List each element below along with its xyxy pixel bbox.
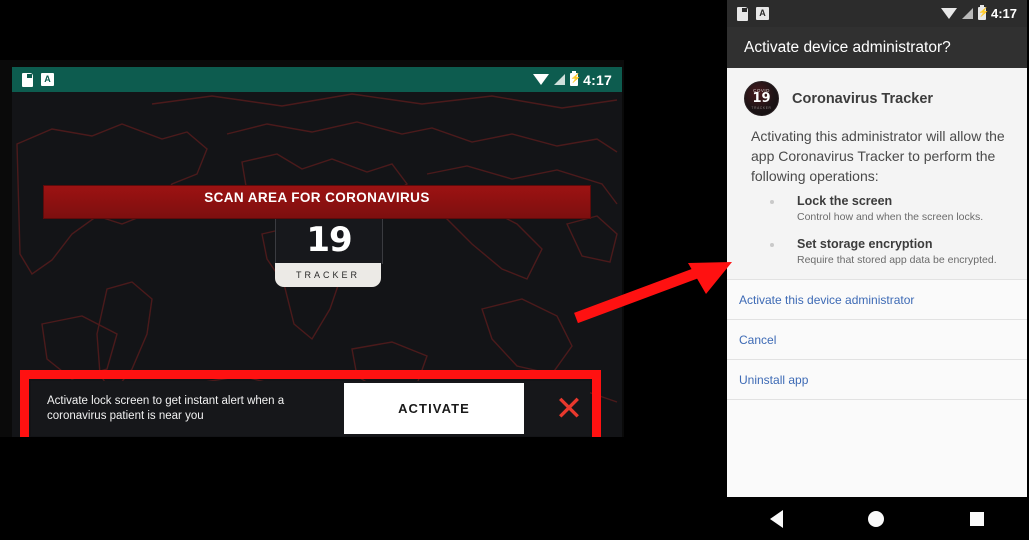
logo-number: 19 bbox=[306, 220, 352, 260]
red-arrow-annotation bbox=[574, 262, 732, 324]
bullet-icon bbox=[770, 200, 774, 204]
coronavirus-tracker-app-icon: COVID 19 TRACKER bbox=[744, 81, 779, 116]
right-status-bar-right-icons: 4:17 bbox=[940, 5, 1027, 21]
back-triangle-icon[interactable] bbox=[769, 509, 783, 528]
activate-button[interactable]: ACTIVATE bbox=[344, 383, 524, 434]
covid19-tracker-logo: 19 TRACKER bbox=[275, 215, 383, 287]
logo-word-plate: TRACKER bbox=[275, 263, 381, 287]
battery-charging-icon bbox=[977, 5, 986, 20]
a-badge-icon: A bbox=[41, 73, 54, 86]
left-status-bar-left-icons: A bbox=[12, 72, 54, 87]
signal-icon bbox=[961, 8, 973, 19]
close-x-icon[interactable]: ✕ bbox=[551, 391, 587, 427]
operation-subtitle: Require that stored app data be encrypte… bbox=[797, 254, 997, 266]
left-phone-screenshot: A 4:17 bbox=[0, 60, 624, 437]
right-status-bar-left-icons: A bbox=[727, 6, 769, 21]
uninstall-app-label: Uninstall app bbox=[739, 373, 809, 387]
operation-item: Set storage encryption Require that stor… bbox=[765, 236, 1020, 267]
left-phone-screen: A 4:17 bbox=[12, 67, 622, 437]
operation-subtitle: Control how and when the screen locks. bbox=[797, 211, 984, 223]
left-status-bar: A 4:17 bbox=[12, 67, 622, 92]
scan-area-banner: SCAN AREA FOR CORONAVIRUS bbox=[44, 186, 590, 218]
app-icon-tracker-text: TRACKER bbox=[751, 105, 772, 110]
sd-card-icon bbox=[737, 6, 748, 21]
home-circle-icon[interactable] bbox=[868, 510, 885, 527]
recents-square-icon[interactable] bbox=[970, 511, 985, 526]
right-status-bar: A 4:17 bbox=[727, 0, 1027, 27]
android-navigation-bar bbox=[727, 497, 1027, 540]
battery-charging-icon bbox=[570, 71, 579, 86]
activate-device-administrator-label: Activate this device administrator bbox=[739, 293, 915, 307]
logo-number-plate: 19 bbox=[275, 215, 383, 264]
permission-row-lock-screen: Activate lock screen to get instant aler… bbox=[31, 381, 590, 436]
logo-word: TRACKER bbox=[295, 270, 360, 280]
signal-icon bbox=[554, 74, 566, 85]
activate-device-administrator-link[interactable]: Activate this device administrator bbox=[727, 279, 1027, 320]
app-icon-number: 19 bbox=[752, 90, 771, 106]
operation-title: Lock the screen bbox=[797, 194, 893, 208]
app-identity-row: COVID 19 TRACKER Coronavirus Tracker bbox=[744, 81, 933, 116]
dialog-title: Activate device administrator? bbox=[744, 38, 951, 56]
dialog-empty-area bbox=[727, 399, 1027, 498]
right-phone-screen: A 4:17 Activate device administrator? CO… bbox=[727, 0, 1027, 540]
operations-list: Lock the screen Control how and when the… bbox=[765, 193, 1020, 279]
permission-row-1-text: Activate lock screen to get instant aler… bbox=[47, 394, 285, 422]
left-status-bar-clock: 4:17 bbox=[583, 71, 612, 88]
operation-title: Set storage encryption bbox=[797, 237, 933, 251]
sd-card-icon bbox=[22, 72, 33, 87]
left-status-bar-right-icons: 4:17 bbox=[533, 71, 622, 88]
dialog-body: COVID 19 TRACKER Coronavirus Tracker Act… bbox=[727, 68, 1027, 279]
right-phone-screenshot: A 4:17 Activate device administrator? CO… bbox=[722, 0, 1029, 540]
dialog-title-bar: Activate device administrator? bbox=[727, 27, 1027, 68]
operation-item: Lock the screen Control how and when the… bbox=[765, 193, 1020, 224]
bullet-icon bbox=[770, 243, 774, 247]
cancel-link[interactable]: Cancel bbox=[727, 319, 1027, 360]
uninstall-app-link[interactable]: Uninstall app bbox=[727, 359, 1027, 400]
wifi-icon bbox=[940, 8, 957, 19]
wifi-icon bbox=[533, 74, 550, 85]
dialog-description: Activating this administrator will allow… bbox=[751, 128, 1005, 184]
app-name-label: Coronavirus Tracker bbox=[792, 90, 934, 107]
a-badge-icon: A bbox=[756, 7, 769, 20]
right-status-bar-clock: 4:17 bbox=[990, 6, 1017, 21]
